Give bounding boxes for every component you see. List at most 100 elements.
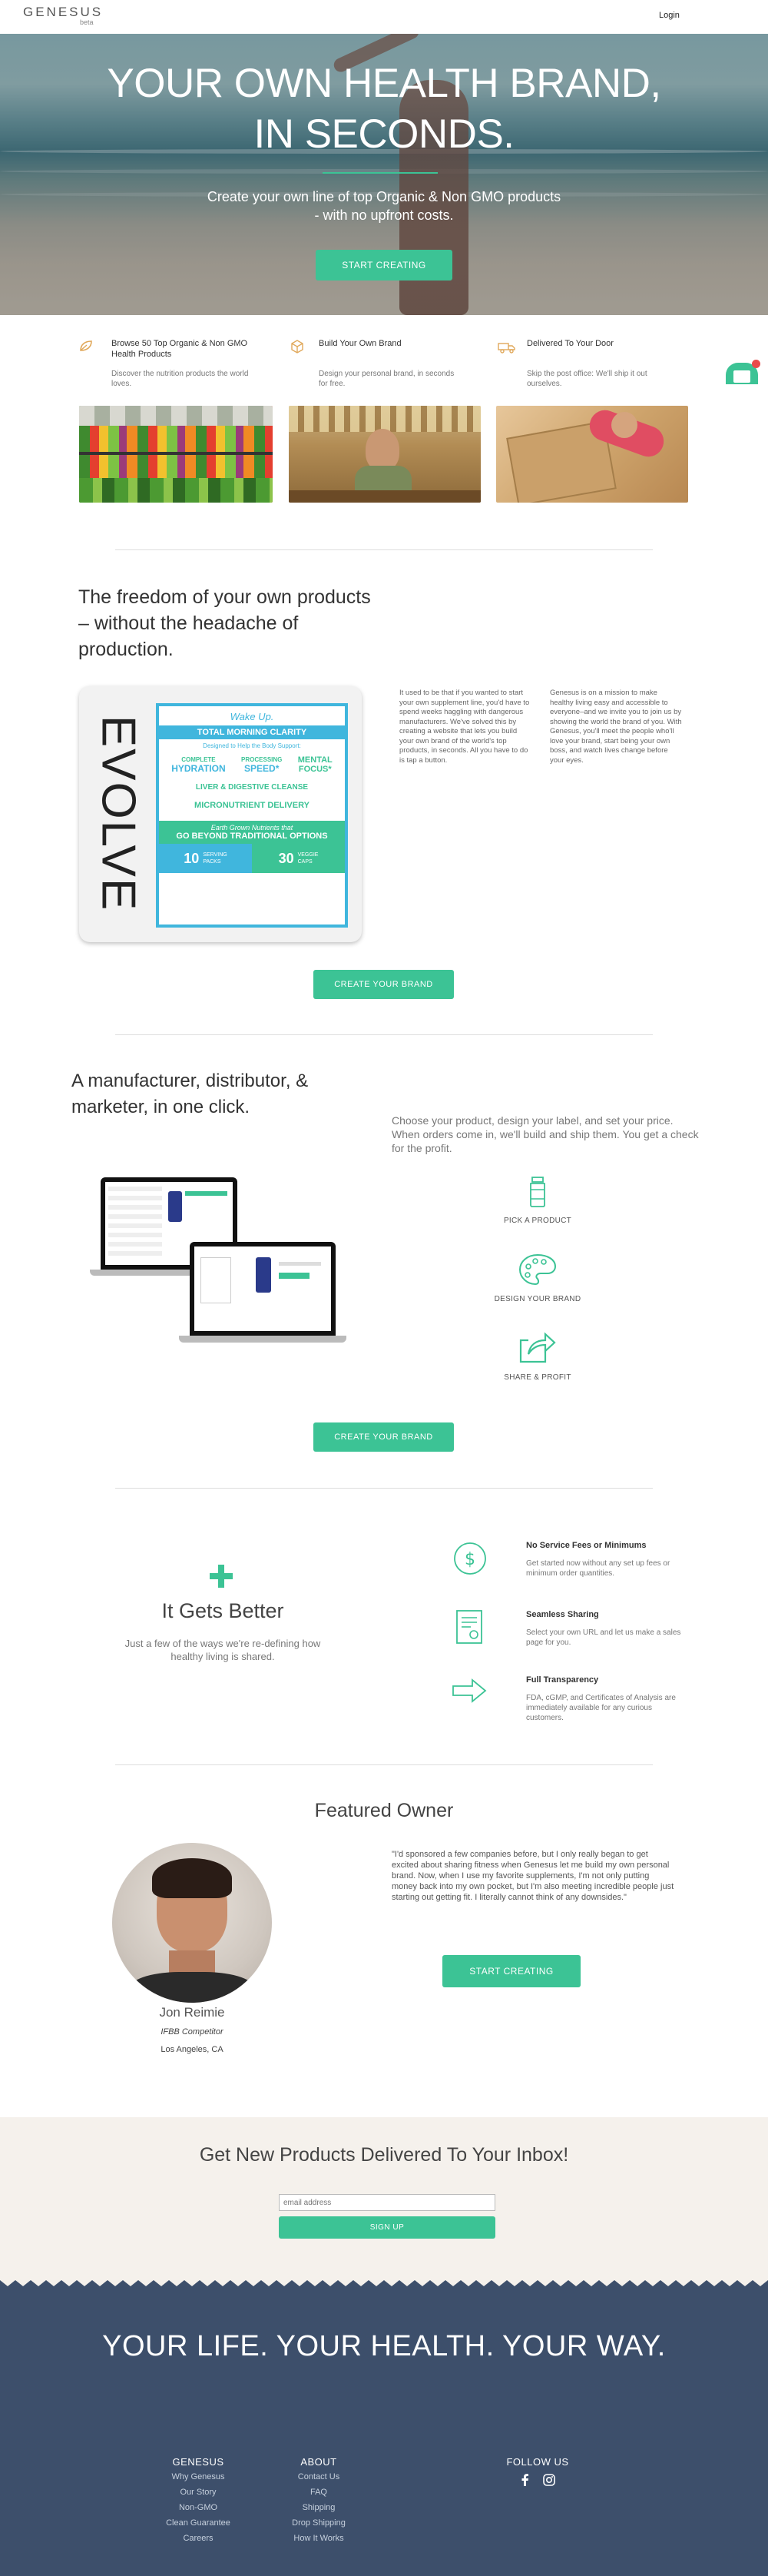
- feature-desc: Design your personal brand, in seconds f…: [319, 370, 455, 388]
- label-focus: FOCUS*: [298, 765, 332, 774]
- footer-link[interactable]: Why Genesus: [152, 2469, 244, 2485]
- footer-link[interactable]: FAQ: [273, 2485, 365, 2500]
- label-packs-l2: PACKS: [203, 859, 221, 865]
- label-designed: Designed to Help the Body Support:: [203, 742, 301, 749]
- hero-title-line1: YOUR OWN HEALTH BRAND,: [107, 61, 661, 106]
- footer-link[interactable]: Drop Shipping: [273, 2515, 365, 2531]
- benefit-title: Full Transparency: [526, 1675, 599, 1685]
- instagram-icon[interactable]: [543, 2474, 555, 2490]
- hero-subtitle: Create your own line of top Organic & No…: [0, 188, 768, 224]
- footer-col-title: GENESUS: [172, 2456, 224, 2468]
- footer: YOUR LIFE. YOUR HEALTH. YOUR WAY. GENESU…: [0, 2274, 768, 2576]
- benefit-desc: Get started now without any set up fees …: [526, 1559, 670, 1578]
- dollar-icon: $: [452, 1541, 488, 1580]
- section-divider: [115, 1488, 653, 1489]
- palette-icon: [517, 1253, 558, 1290]
- footer-link[interactable]: Careers: [152, 2531, 244, 2546]
- box-icon: [290, 340, 304, 357]
- feature-title: Delivered To Your Door: [527, 339, 614, 348]
- footer-link[interactable]: How It Works: [273, 2531, 365, 2546]
- leaf-icon: [79, 340, 93, 356]
- step-label: DESIGN YOUR BRAND: [494, 1295, 581, 1303]
- login-link[interactable]: Login: [659, 11, 680, 20]
- owner-location: Los Angeles, CA: [161, 2045, 223, 2054]
- owner-role: IFBB Competitor: [161, 2027, 223, 2037]
- chat-widget[interactable]: [726, 360, 760, 384]
- feature-title: Build Your Own Brand: [319, 339, 402, 348]
- email-field[interactable]: [279, 2194, 495, 2211]
- footer-col-follow: FOLLOW US: [492, 2456, 584, 2490]
- benefit-desc: Select your own URL and let us make a sa…: [526, 1628, 681, 1647]
- feature-title: Browse 50 Top Organic & Non GMO Health P…: [111, 339, 248, 359]
- footer-link[interactable]: Non-GMO: [152, 2500, 244, 2515]
- footer-col-about: ABOUT Contact Us FAQ Shipping Drop Shipp…: [273, 2456, 365, 2546]
- zigzag-edge: [0, 2274, 768, 2286]
- hero-subtitle-line2: - with no upfront costs.: [314, 207, 454, 223]
- label-processing: PROCESSING: [241, 755, 283, 763]
- newsletter-section: Get New Products Delivered To Your Inbox…: [0, 2117, 768, 2275]
- section-divider: [115, 1764, 653, 1765]
- owner-avatar[interactable]: [112, 1843, 272, 2003]
- footer-link[interactable]: Contact Us: [273, 2469, 365, 2485]
- freedom-col1: It used to be that if you wanted to star…: [399, 689, 530, 765]
- laptop-front: [179, 1242, 346, 1345]
- step-pick: PICK A PRODUCT: [492, 1176, 584, 1225]
- product-label-image: EVOLVE Wake Up. TOTAL MORNING CLARITY De…: [79, 686, 362, 942]
- hero-title: YOUR OWN HEALTH BRAND, IN SECONDS.: [0, 58, 768, 160]
- logo-text: GENESUS: [23, 5, 104, 19]
- label-earth: Earth Grown Nutrients that: [210, 824, 293, 832]
- footer-link[interactable]: Clean Guarantee: [152, 2515, 244, 2531]
- sign-up-button[interactable]: SIGN UP: [279, 2216, 495, 2239]
- hero-section: YOUR OWN HEALTH BRAND, IN SECONDS. Creat…: [0, 34, 768, 315]
- start-creating-button[interactable]: START CREATING: [316, 250, 452, 281]
- manufacturer-desc: Choose your product, design your label, …: [392, 1114, 699, 1154]
- step-label: SHARE & PROFIT: [504, 1373, 571, 1382]
- label-liver: LIVER & DIGESTIVE CLEANSE: [195, 783, 309, 792]
- benefit-title: Seamless Sharing: [526, 1610, 599, 1619]
- freedom-heading: The freedom of your own products – witho…: [78, 586, 371, 660]
- shop-owner-image: [289, 406, 481, 503]
- footer-link[interactable]: Shipping: [273, 2500, 365, 2515]
- brand-name: EVOLVE: [91, 715, 145, 911]
- logo[interactable]: GENESUS beta: [23, 5, 103, 26]
- label-band: TOTAL MORNING CLARITY: [159, 725, 345, 739]
- label-caps-l2: CAPS: [297, 859, 313, 865]
- better-desc: Just a few of the ways we're re-defining…: [124, 1638, 321, 1662]
- section-divider: [115, 1034, 653, 1035]
- site-header: GENESUS beta Login: [0, 0, 768, 34]
- label-mental: MENTAL: [297, 755, 333, 765]
- footer-link[interactable]: Our Story: [152, 2485, 244, 2500]
- benefit-title: No Service Fees or Minimums: [526, 1541, 647, 1550]
- document-icon: [454, 1608, 485, 1649]
- manufacturer-heading: A manufacturer, distributor, & marketer,…: [71, 1071, 309, 1117]
- benefit-desc: FDA, cGMP, and Certificates of Analysis …: [526, 1694, 676, 1722]
- hero-subtitle-line1: Create your own line of top Organic & No…: [207, 189, 561, 204]
- label-micro: MICRONUTRIENT DELIVERY: [194, 801, 310, 810]
- better-title: It Gets Better: [161, 1599, 284, 1622]
- label-panel: Wake Up. TOTAL MORNING CLARITY Designed …: [156, 703, 348, 928]
- label-beyond: GO BEYOND TRADITIONAL OPTIONS: [176, 832, 328, 841]
- newsletter-heading: Get New Products Delivered To Your Inbox…: [199, 2144, 569, 2166]
- delivery-image: [496, 406, 688, 503]
- step-share: SHARE & PROFIT: [492, 1329, 584, 1382]
- arrow-icon: [451, 1677, 488, 1708]
- feature-desc: Skip the post office: We'll ship it out …: [527, 370, 647, 388]
- freedom-col2: Genesus is on a mission to make healthy …: [550, 689, 682, 765]
- bottle-icon: [525, 1176, 551, 1212]
- svg-text:$: $: [465, 1550, 475, 1569]
- create-brand-button[interactable]: CREATE YOUR BRAND: [313, 1422, 454, 1452]
- start-creating-button[interactable]: START CREATING: [442, 1955, 581, 1987]
- section-divider: [115, 549, 653, 550]
- label-speed: SPEED*: [244, 762, 280, 774]
- label-hydration: HYDRATION: [171, 762, 226, 774]
- label-packs-l1: SERVING: [203, 852, 227, 858]
- create-brand-button[interactable]: CREATE YOUR BRAND: [313, 970, 454, 999]
- footer-col-title: FOLLOW US: [506, 2456, 569, 2468]
- label-caps-num: 30: [278, 850, 294, 866]
- brand-vertical: EVOLVE: [84, 702, 153, 925]
- hero-title-line2: IN SECONDS.: [253, 111, 515, 157]
- step-design: DESIGN YOUR BRAND: [490, 1253, 585, 1303]
- facebook-icon[interactable]: [520, 2474, 529, 2490]
- footer-tagline: YOUR LIFE. YOUR HEALTH. YOUR WAY.: [102, 2330, 666, 2362]
- feature-desc: Discover the nutrition products the worl…: [111, 370, 249, 388]
